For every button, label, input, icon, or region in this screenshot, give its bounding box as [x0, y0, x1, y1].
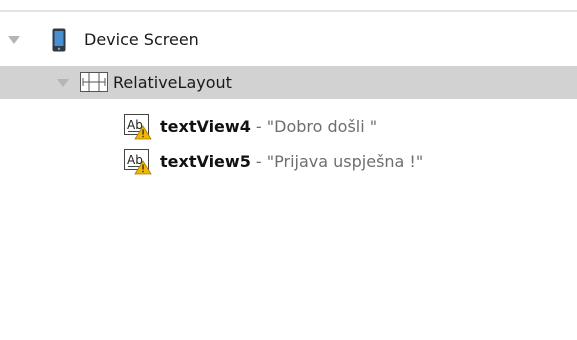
tree-node-relativelayout[interactable]: RelativeLayout [0, 66, 577, 99]
textview-label: textView5 - "Prijava uspješna !" [160, 152, 423, 172]
separator: - [250, 117, 267, 136]
device-screen-label: Device Screen [84, 30, 199, 49]
widget-text-value: "Prijava uspješna !" [266, 152, 424, 171]
tree-node-textview4[interactable]: Ab textView4 - "Dobro došli " [0, 111, 577, 144]
relativelayout-label: RelativeLayout [113, 73, 232, 92]
textview-warning-icon: Ab [124, 149, 152, 179]
widget-id: textView5 [160, 152, 251, 171]
textview-label: textView4 - "Dobro došli " [160, 117, 377, 137]
expand-arrow-icon[interactable] [8, 36, 20, 44]
panel-top-border [0, 10, 577, 12]
tree-node-device-screen[interactable]: Device Screen [0, 24, 577, 57]
widget-id: textView4 [160, 117, 251, 136]
textview-warning-icon: Ab [124, 114, 152, 144]
phone-icon [52, 28, 66, 56]
relativelayout-icon [80, 72, 108, 96]
component-tree: Device Screen RelativeLayout Ab textView… [0, 0, 577, 340]
widget-text-value: "Dobro došli " [266, 117, 378, 136]
tree-node-textview5[interactable]: Ab textView5 - "Prijava uspješna !" [0, 146, 577, 179]
separator: - [250, 152, 267, 171]
expand-arrow-icon[interactable] [57, 79, 69, 87]
